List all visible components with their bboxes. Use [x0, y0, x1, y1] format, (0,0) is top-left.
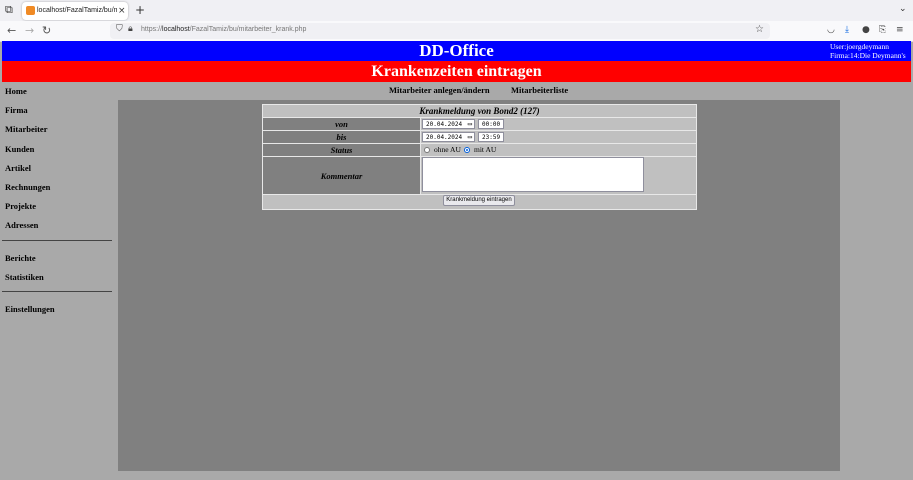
form-row-status: Status ohne AU mit AU	[263, 143, 696, 156]
account-icon[interactable]: ●	[862, 25, 870, 35]
radio-mit-au[interactable]	[464, 147, 470, 153]
sick-leave-form: Krankmeldung von Bond2 (127) von 20.04.2…	[262, 104, 697, 210]
lock-icon[interactable]: 🔒︎	[128, 24, 133, 34]
sidebar-item-projekte[interactable]: Projekte	[2, 197, 114, 216]
pocket-icon[interactable]: ◡	[827, 25, 835, 35]
radio-ohne-au[interactable]	[424, 147, 430, 153]
page-header: Krankenzeiten eintragen	[2, 61, 911, 82]
extensions-icon[interactable]: ⎘	[879, 25, 886, 35]
radio-mit-au-label: mit AU	[474, 145, 497, 154]
nav-mitarbeiter-anlegen[interactable]: Mitarbeiter anlegen/ändern	[389, 85, 490, 95]
favicon-icon	[26, 6, 35, 15]
sidebar-item-kunden[interactable]: Kunden	[2, 140, 114, 159]
browser-tab[interactable]: localhost/FazalTamiz/bu/mitarb ×	[22, 2, 128, 20]
url-bar[interactable]: ⛉ 🔒︎ https://localhost/FazalTamiz/bu/mit…	[110, 23, 770, 39]
calendar-icon[interactable]: ▭	[468, 133, 472, 142]
radio-ohne-au-label: ohne AU	[434, 145, 461, 154]
user-info: User:joergdeymann Firma:14:Die Deymann's	[830, 42, 906, 60]
sidebar-item-statistiken[interactable]: Statistiken	[2, 268, 114, 287]
calendar-icon[interactable]: ▭	[468, 120, 472, 129]
sidebar-item-artikel[interactable]: Artikel	[2, 159, 114, 178]
nav-mitarbeiterliste[interactable]: Mitarbeiterliste	[511, 85, 568, 95]
submit-button[interactable]: Krankmeldung eintragen	[443, 195, 515, 206]
sidebar-divider	[2, 239, 112, 241]
sidebar-item-rechnungen[interactable]: Rechnungen	[2, 178, 114, 197]
bookmark-star-icon[interactable]: ☆	[755, 24, 764, 35]
browser-tab-bar: ⧉ localhost/FazalTamiz/bu/mitarb × + ⌄	[0, 0, 913, 21]
form-row-bis: bis 20.04.2024 ▭ 23:59	[263, 130, 696, 143]
reload-icon[interactable]: ↻	[42, 24, 51, 38]
page: DD-Office User:joergdeymann Firma:14:Die…	[2, 41, 911, 478]
tab-title: localhost/FazalTamiz/bu/mitarb	[37, 7, 117, 14]
von-label: von	[263, 118, 421, 130]
sidebar-item-berichte[interactable]: Berichte	[2, 249, 114, 268]
bis-time-input[interactable]: 23:59	[478, 132, 504, 142]
status-label: Status	[263, 144, 421, 156]
chevron-down-icon[interactable]: ⌄	[899, 4, 907, 14]
download-icon[interactable]: ⤓	[845, 25, 849, 35]
back-icon[interactable]: ←	[7, 24, 16, 38]
content-area: Krankmeldung von Bond2 (127) von 20.04.2…	[118, 100, 840, 471]
forward-icon[interactable]: →	[25, 24, 34, 38]
url-text[interactable]: https://localhost/FazalTamiz/bu/mitarbei…	[141, 26, 306, 33]
app-title: DD-Office	[419, 41, 494, 60]
bis-date-input[interactable]: 20.04.2024 ▭	[422, 132, 475, 142]
sidebar-item-einstellungen[interactable]: Einstellungen	[2, 300, 114, 319]
von-time-input[interactable]: 00:00	[478, 119, 504, 129]
new-tab-icon[interactable]: +	[135, 3, 145, 17]
form-header: Krankmeldung von Bond2 (127)	[419, 106, 540, 116]
sidebar-item-firma[interactable]: Firma	[2, 101, 114, 120]
kommentar-label: Kommentar	[263, 157, 421, 195]
tab-list-icon[interactable]: ⧉	[5, 4, 17, 16]
company-name: Firma:14:Die Deymann's	[830, 51, 906, 60]
von-date-input[interactable]: 20.04.2024 ▭	[422, 119, 475, 129]
sidebar-item-adressen[interactable]: Adressen	[2, 216, 114, 235]
von-date-value: 20.04.2024	[426, 121, 463, 128]
kommentar-textarea[interactable]	[422, 157, 644, 192]
sidebar-divider	[2, 290, 112, 292]
sidebar-item-mitarbeiter[interactable]: Mitarbeiter	[2, 120, 114, 139]
page-title: Krankenzeiten eintragen	[371, 63, 542, 80]
shield-icon[interactable]: ⛉	[116, 24, 123, 34]
sidebar: Home Firma Mitarbeiter Kunden Artikel Re…	[2, 82, 114, 319]
sidebar-item-home[interactable]: Home	[2, 82, 114, 101]
browser-nav-bar: ← → ↻ ⛉ 🔒︎ https://localhost/FazalTamiz/…	[0, 21, 913, 42]
user-name: User:joergdeymann	[830, 42, 890, 51]
bis-label: bis	[263, 131, 421, 143]
menu-icon[interactable]: ≡	[896, 25, 904, 35]
bis-date-value: 20.04.2024	[426, 134, 463, 141]
form-row-von: von 20.04.2024 ▭ 00:00	[263, 117, 696, 130]
app-header: DD-Office User:joergdeymann Firma:14:Die…	[2, 41, 911, 61]
tab-close-icon[interactable]: ×	[118, 5, 126, 17]
